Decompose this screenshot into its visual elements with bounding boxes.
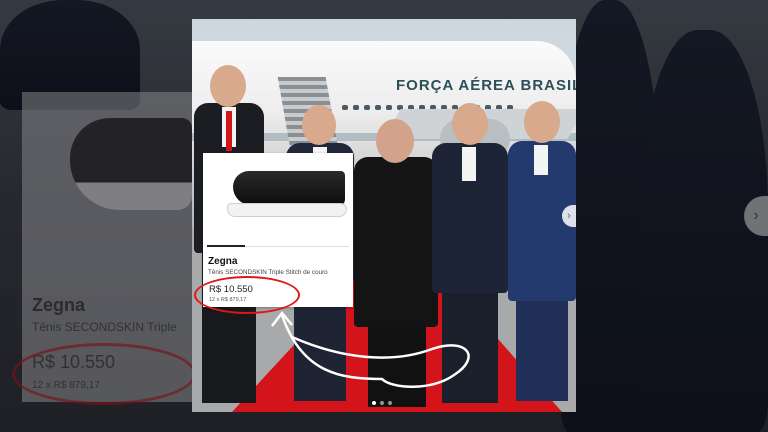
person-right [508, 101, 576, 412]
product-description: Tênis SECONDSKIN Triple Stitch de couro [208, 269, 328, 276]
carousel-dots [372, 401, 392, 405]
carousel-dot[interactable] [380, 401, 384, 405]
shoe-image [227, 171, 347, 217]
carousel-dot-active[interactable] [372, 401, 376, 405]
card-divider-active [207, 245, 245, 247]
carousel-dot[interactable] [388, 401, 392, 405]
price-highlight-circle [194, 276, 300, 314]
card-divider [245, 245, 349, 247]
airplane-livery-text: FORÇA AÉREA BRASIL [396, 77, 576, 94]
product-brand: Zegna [208, 256, 238, 267]
person-fourth [432, 103, 508, 412]
person-center [354, 119, 438, 412]
